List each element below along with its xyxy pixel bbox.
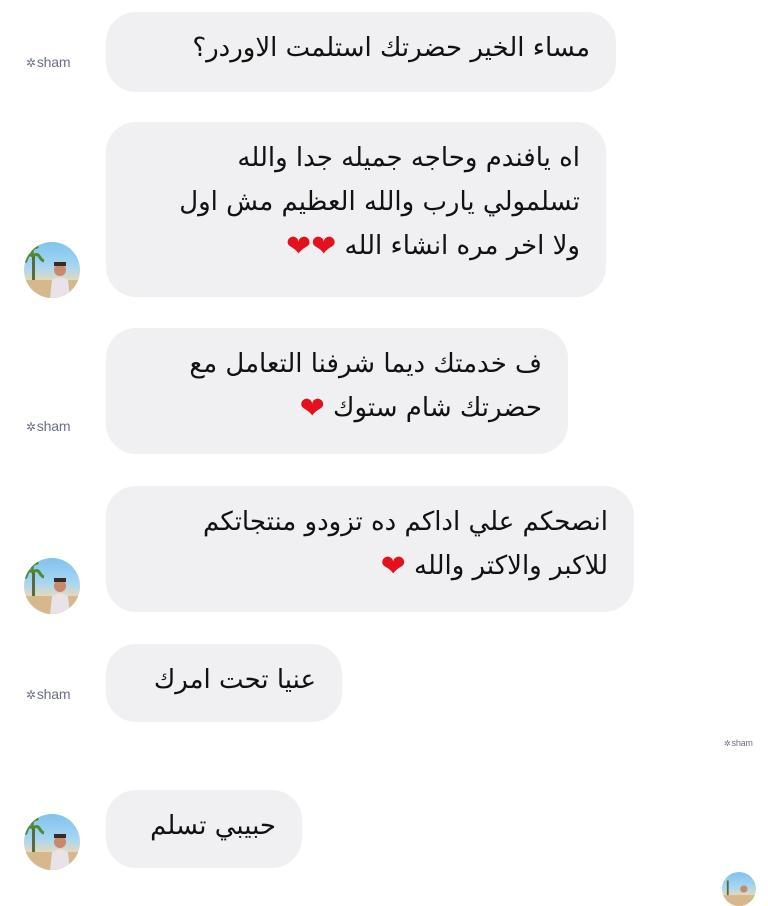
sham-logo-text: sham [36, 686, 71, 702]
message-text: ولا اخر مره انشاء الله [344, 231, 580, 261]
message-text: عنيا تحت امرك [153, 665, 316, 695]
message-text: للاكبر والاكتر والله [414, 551, 608, 581]
heart-icon: ❤ [380, 548, 406, 584]
message-bubble: مساء الخير حضرتك استلمت الاوردر؟ [106, 12, 616, 92]
sham-logo: ✲sham [26, 54, 71, 70]
avatar[interactable] [24, 558, 80, 614]
sham-logo-text: sham [36, 418, 71, 434]
message-text: اه يافندم وحاجه جميله جدا والله [237, 143, 580, 173]
sham-logo: ✲sham [26, 686, 71, 702]
message-bubble: ف خدمتك ديما شرفنا التعامل مع حضرتك شام … [106, 328, 568, 454]
message-text: تسلمولي يارب والله العظيم مش اول [179, 187, 580, 217]
message-bubble: اه يافندم وحاجه جميله جدا والله تسلمولي … [106, 122, 606, 297]
heart-icon: ❤ [299, 390, 325, 426]
message-text: مساء الخير حضرتك استلمت الاوردر؟ [192, 33, 590, 63]
sham-logo: ✲sham [26, 418, 71, 434]
heart-icon: ❤ [311, 228, 337, 264]
message-text: ف خدمتك ديما شرفنا التعامل مع [189, 349, 542, 379]
heart-icon: ❤ [285, 228, 312, 264]
message-text: حبيبي تسلم [150, 811, 276, 841]
sham-logo: ✲sham [724, 738, 753, 748]
avatar[interactable] [24, 242, 80, 298]
avatar[interactable] [24, 814, 80, 870]
avatar[interactable] [722, 872, 756, 906]
message-bubble: عنيا تحت امرك [106, 644, 342, 722]
message-text: حضرتك شام ستوك [333, 393, 542, 423]
message-text: انصحكم علي اداكم ده تزودو منتجاتكم [203, 507, 608, 537]
sham-logo-text: sham [36, 54, 71, 70]
message-bubble: حبيبي تسلم [106, 790, 302, 868]
sham-logo-text: sham [731, 738, 753, 748]
message-bubble: انصحكم علي اداكم ده تزودو منتجاتكم للاكب… [106, 486, 634, 612]
